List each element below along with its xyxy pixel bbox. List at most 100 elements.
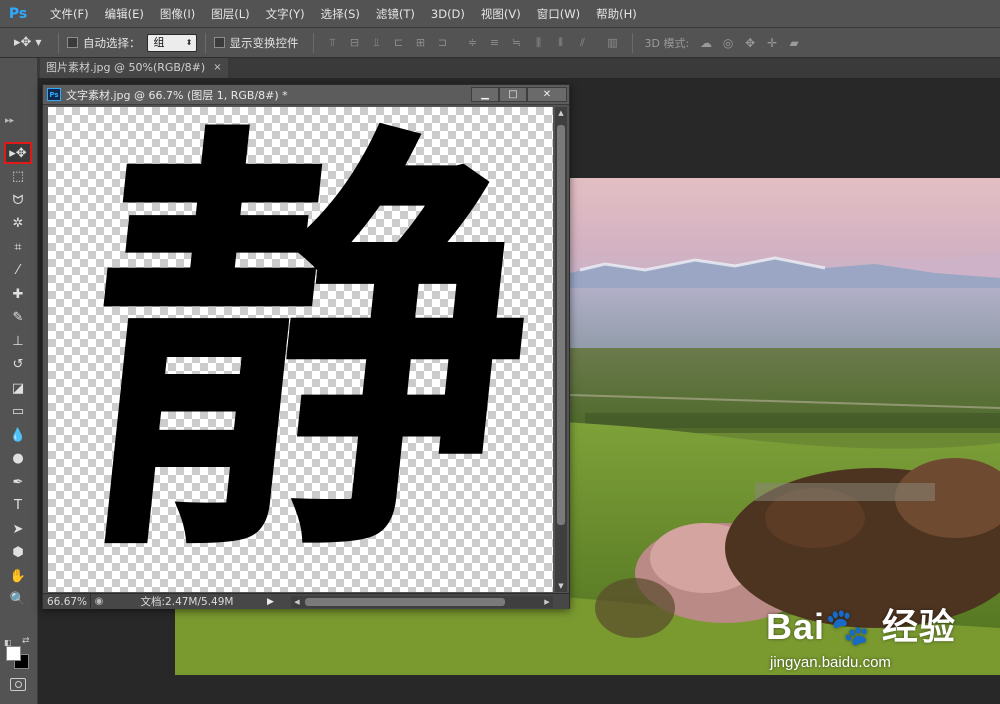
- ps-logo-icon: Ps: [8, 5, 28, 22]
- status-info-icon[interactable]: ◉: [91, 596, 107, 607]
- minimize-button[interactable]: ▁: [471, 87, 499, 102]
- zoom-level-field[interactable]: 66.67%: [43, 593, 91, 610]
- menu-item[interactable]: 编辑(E): [97, 0, 152, 28]
- brush-tool[interactable]: ✎: [4, 307, 32, 329]
- maximize-button[interactable]: □: [499, 87, 527, 102]
- chevron-updown-icon: ⬍: [185, 37, 193, 47]
- close-button[interactable]: ✕: [527, 87, 567, 102]
- floating-document-window[interactable]: Ps 文字素材.jpg @ 66.7% (图层 1, RGB/8#) * ▁ □…: [42, 84, 570, 610]
- calligraphy-character: 静: [60, 107, 553, 592]
- align-top-icon[interactable]: ⫪: [322, 33, 344, 53]
- menu-item[interactable]: 视图(V): [473, 0, 529, 28]
- scroll-up-icon[interactable]: ▲: [555, 107, 567, 119]
- watermark-url: jingyan.baidu.com: [770, 654, 891, 671]
- history-brush-tool[interactable]: ↺: [4, 354, 32, 376]
- transparent-canvas[interactable]: 静: [48, 107, 553, 592]
- dist-right-icon[interactable]: ⫽: [572, 33, 594, 53]
- clone-stamp-tool[interactable]: ⊥: [4, 330, 32, 352]
- tab-image-material[interactable]: 图片素材.jpg @ 50%(RGB/8#) ×: [40, 58, 228, 78]
- move-tool-glyph: ▸✥: [14, 35, 32, 50]
- eraser-tool[interactable]: ◪: [4, 377, 32, 399]
- menu-item[interactable]: 选择(S): [313, 0, 368, 28]
- crop-tool[interactable]: ⌗: [4, 236, 32, 258]
- drag-3d-icon[interactable]: ✥: [739, 33, 761, 53]
- double-chevron-icon: ▸▸: [5, 116, 15, 126]
- scroll-down-icon[interactable]: ▼: [555, 580, 567, 592]
- dist-vcenter-icon[interactable]: ≡: [484, 33, 506, 53]
- menu-item[interactable]: 3D(D): [423, 0, 473, 28]
- chevron-down-icon: ▼: [35, 38, 42, 47]
- show-transform-checkbox[interactable]: [213, 37, 225, 48]
- auto-select-label: 自动选择：: [83, 35, 141, 50]
- align-right-icon[interactable]: ⊐: [432, 33, 454, 53]
- type-tool[interactable]: T: [4, 495, 32, 517]
- menu-item[interactable]: 文字(Y): [258, 0, 313, 28]
- scale-3d-icon[interactable]: ▰: [783, 33, 805, 53]
- menu-item[interactable]: 图像(I): [152, 0, 203, 28]
- divider: [58, 32, 59, 53]
- scroll-right-icon[interactable]: ▶: [541, 596, 553, 608]
- menu-item[interactable]: 帮助(H): [588, 0, 645, 28]
- move-tool[interactable]: ▸✥: [4, 142, 32, 164]
- scroll-thumb[interactable]: [557, 125, 565, 525]
- divider: [312, 32, 314, 53]
- scroll-thumb[interactable]: [305, 598, 505, 606]
- foreground-color-swatch[interactable]: [6, 646, 21, 661]
- gradient-tool[interactable]: ▭: [4, 401, 32, 423]
- horizontal-scrollbar[interactable]: ◀ ▶: [291, 596, 553, 608]
- magic-wand-tool[interactable]: ✲: [4, 213, 32, 235]
- slide-3d-icon[interactable]: ✛: [761, 33, 783, 53]
- baidu-jingyan-watermark: Bai🐾 经验 jingyan.baidu.com: [760, 598, 990, 678]
- align-left-icon[interactable]: ⊏: [388, 33, 410, 53]
- hand-tool[interactable]: ✋: [4, 565, 32, 587]
- status-menu-arrow-icon[interactable]: ▶: [267, 597, 279, 607]
- auto-select-checkbox[interactable]: [67, 37, 78, 48]
- eyedropper-tool[interactable]: ⁄: [4, 260, 32, 282]
- floating-window-titlebar[interactable]: Ps 文字素材.jpg @ 66.7% (图层 1, RGB/8#) * ▁ □…: [43, 85, 569, 105]
- path-selection-tool[interactable]: ➤: [4, 518, 32, 540]
- auto-select-value: 组: [153, 35, 165, 49]
- dist-hcenter-icon[interactable]: ⦀: [550, 33, 572, 53]
- document-tab-bar: 图片素材.jpg @ 50%(RGB/8#) ×: [38, 58, 1000, 78]
- pen-tool[interactable]: ✒: [4, 471, 32, 493]
- tools-collapse-handle[interactable]: ▸▸: [0, 116, 38, 132]
- auto-select-dropdown[interactable]: 组 ⬍: [146, 33, 197, 52]
- marquee-tool[interactable]: ⬚: [4, 166, 32, 188]
- 3d-mode-label: 3D 模式:: [644, 36, 690, 50]
- menu-item[interactable]: 滤镜(T): [368, 0, 423, 28]
- vertical-scrollbar[interactable]: ▲ ▼: [555, 107, 567, 592]
- move-tool-preset-icon[interactable]: ▸✥ ▼: [14, 32, 50, 54]
- blur-tool[interactable]: 💧: [4, 424, 32, 446]
- menu-list: 文件(F) 编辑(E) 图像(I) 图层(L) 文字(Y) 选择(S) 滤镜(T) 3D(D)…: [42, 0, 645, 28]
- document-size-info: 文档:2.47M/5.49M: [140, 596, 234, 608]
- swap-colors-icon[interactable]: ⇄: [22, 636, 30, 646]
- dodge-tool[interactable]: ●: [4, 448, 32, 470]
- ps-document-icon: Ps: [47, 88, 61, 101]
- align-bottom-icon[interactable]: ⫫: [366, 33, 388, 53]
- align-hcenter-icon[interactable]: ⊞: [410, 33, 432, 53]
- menu-item[interactable]: 文件(F): [42, 0, 97, 28]
- status-bar: 66.67% ◉ 文档:2.47M/5.49M ▶ ◀ ▶: [43, 593, 569, 610]
- auto-align-icon[interactable]: ▥: [602, 33, 624, 53]
- roll-3d-icon[interactable]: ◎: [717, 33, 739, 53]
- zoom-tool[interactable]: 🔍: [4, 589, 32, 611]
- align-vcenter-icon[interactable]: ⊟: [344, 33, 366, 53]
- maximize-icon: □: [508, 89, 518, 100]
- dist-bottom-icon[interactable]: ≒: [506, 33, 528, 53]
- minimize-icon: ▁: [481, 89, 489, 100]
- scroll-left-icon[interactable]: ◀: [291, 596, 303, 608]
- menu-bar: Ps 文件(F) 编辑(E) 图像(I) 图层(L) 文字(Y) 选择(S) 滤镜(T) 3D…: [0, 0, 1000, 28]
- align-controls: ⫪ ⊟ ⫫ ⊏ ⊞ ⊐ ≑ ≡ ≒ ⫼ ⦀ ⫽ ▥: [322, 33, 624, 53]
- tools-panel: ▸▸ ▸✥ ⬚ ᗢ ✲ ⌗ ⁄ ✚ ✎ ⊥ ↺ ◪ ▭ 💧 ● ✒ T ➤ ⬢ ✋ 🔍 ◧ ⇄: [0, 58, 38, 704]
- close-icon[interactable]: ×: [213, 58, 221, 78]
- rotate-3d-icon[interactable]: ☁: [695, 33, 717, 53]
- dist-left-icon[interactable]: ⫼: [528, 33, 550, 53]
- menu-item[interactable]: 窗口(W): [529, 0, 588, 28]
- 3d-mode-controls: ☁ ◎ ✥ ✛ ▰: [695, 33, 805, 53]
- healing-brush-tool[interactable]: ✚: [4, 283, 32, 305]
- shape-tool[interactable]: ⬢: [4, 542, 32, 564]
- lasso-tool[interactable]: ᗢ: [4, 189, 32, 211]
- menu-item[interactable]: 图层(L): [203, 0, 257, 28]
- dist-top-icon[interactable]: ≑: [462, 33, 484, 53]
- quick-mask-icon[interactable]: [10, 678, 26, 691]
